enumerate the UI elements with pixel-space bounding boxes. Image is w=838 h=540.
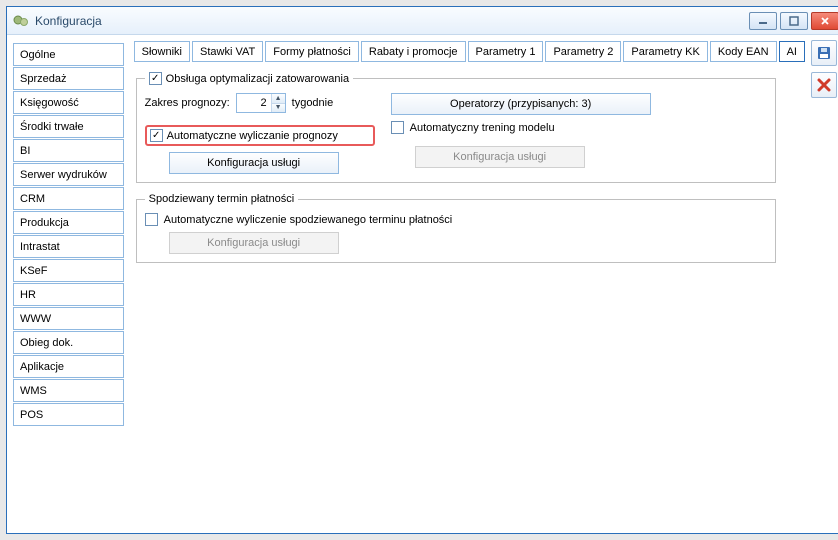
cancel-button[interactable] <box>811 72 837 98</box>
sidebar-item-ogolne[interactable]: Ogólne <box>13 43 124 66</box>
sidebar-item-produkcja[interactable]: Produkcja <box>13 211 124 234</box>
button-operators[interactable]: Operatorzy (przypisanych: 3) <box>391 93 651 115</box>
tab-rabaty[interactable]: Rabaty i promocje <box>361 41 466 62</box>
sidebar-item-pos[interactable]: POS <box>13 403 124 426</box>
group-stock-optimization: Obsługa optymalizacji zatowarowania Zakr… <box>136 72 776 183</box>
sidebar-item-intrastat[interactable]: Intrastat <box>13 235 124 258</box>
sidebar-item-www[interactable]: WWW <box>13 307 124 330</box>
tab-param2[interactable]: Parametry 2 <box>545 41 621 62</box>
label-auto-train: Automatyczny trening modelu <box>410 122 555 134</box>
button-config-service-right: Konfiguracja usługi <box>415 146 585 168</box>
input-forecast-range[interactable] <box>237 94 271 112</box>
tab-slowniki[interactable]: Słowniki <box>134 41 190 62</box>
sidebar-item-serwer[interactable]: Serwer wydruków <box>13 163 124 186</box>
actionbar <box>811 40 838 98</box>
tabs: Słowniki Stawki VAT Formy płatności Raba… <box>134 41 805 62</box>
sidebar-item-hr[interactable]: HR <box>13 283 124 306</box>
sidebar-item-obieg[interactable]: Obieg dok. <box>13 331 124 354</box>
sidebar-item-srodki[interactable]: Środki trwałe <box>13 115 124 138</box>
sidebar-item-bi[interactable]: BI <box>13 139 124 162</box>
label-forecast-unit: tygodnie <box>292 97 334 109</box>
config-window: Konfiguracja Ogólne Sprzedaż Księgowość … <box>6 6 838 534</box>
maximize-button[interactable] <box>780 12 808 30</box>
sidebar-item-aplikacje[interactable]: Aplikacje <box>13 355 124 378</box>
tab-param1[interactable]: Parametry 1 <box>468 41 544 62</box>
spinner-up[interactable]: ▲ <box>272 94 285 104</box>
app-icon <box>13 13 29 29</box>
minimize-button[interactable] <box>749 12 777 30</box>
close-button[interactable] <box>811 12 838 30</box>
group-expected-payment: Spodziewany termin płatności Automatyczn… <box>136 193 776 263</box>
titlebar: Konfiguracja <box>7 7 838 35</box>
label-auto-payment: Automatyczne wyliczenie spodziewanego te… <box>164 214 453 226</box>
label-auto-calc: Automatyczne wyliczanie prognozy <box>167 130 338 142</box>
sidebar-item-sprzedaz[interactable]: Sprzedaż <box>13 67 124 90</box>
tab-param-kk[interactable]: Parametry KK <box>623 41 707 62</box>
save-button[interactable] <box>811 40 837 66</box>
spinner-forecast-range[interactable]: ▲ ▼ <box>236 93 286 113</box>
label-expected-payment: Spodziewany termin płatności <box>149 193 295 205</box>
checkbox-auto-payment[interactable] <box>145 213 158 226</box>
sidebar: Ogólne Sprzedaż Księgowość Środki trwałe… <box>7 35 130 533</box>
button-config-service-payment: Konfiguracja usługi <box>169 232 339 254</box>
sidebar-item-ksef[interactable]: KSeF <box>13 259 124 282</box>
main-panel: Słowniki Stawki VAT Formy płatności Raba… <box>130 35 838 533</box>
button-config-service-left[interactable]: Konfiguracja usługi <box>169 152 339 174</box>
checkbox-stock-optimization[interactable] <box>149 72 162 85</box>
tab-ai[interactable]: AI <box>779 41 805 62</box>
sidebar-item-ksiegowosc[interactable]: Księgowość <box>13 91 124 114</box>
highlight-auto-calc: Automatyczne wyliczanie prognozy <box>145 125 375 146</box>
tab-stawki-vat[interactable]: Stawki VAT <box>192 41 263 62</box>
label-forecast-range: Zakres prognozy: <box>145 97 230 109</box>
tab-kody-ean[interactable]: Kody EAN <box>710 41 777 62</box>
checkbox-auto-calc[interactable] <box>150 129 163 142</box>
sidebar-item-wms[interactable]: WMS <box>13 379 124 402</box>
checkbox-auto-train[interactable] <box>391 121 404 134</box>
window-title: Konfiguracja <box>35 14 749 28</box>
spinner-down[interactable]: ▼ <box>272 104 285 113</box>
sidebar-item-crm[interactable]: CRM <box>13 187 124 210</box>
label-stock-optimization: Obsługa optymalizacji zatowarowania <box>166 73 349 85</box>
tab-formy[interactable]: Formy płatności <box>265 41 359 62</box>
tab-content-ai: Obsługa optymalizacji zatowarowania Zakr… <box>134 62 805 263</box>
